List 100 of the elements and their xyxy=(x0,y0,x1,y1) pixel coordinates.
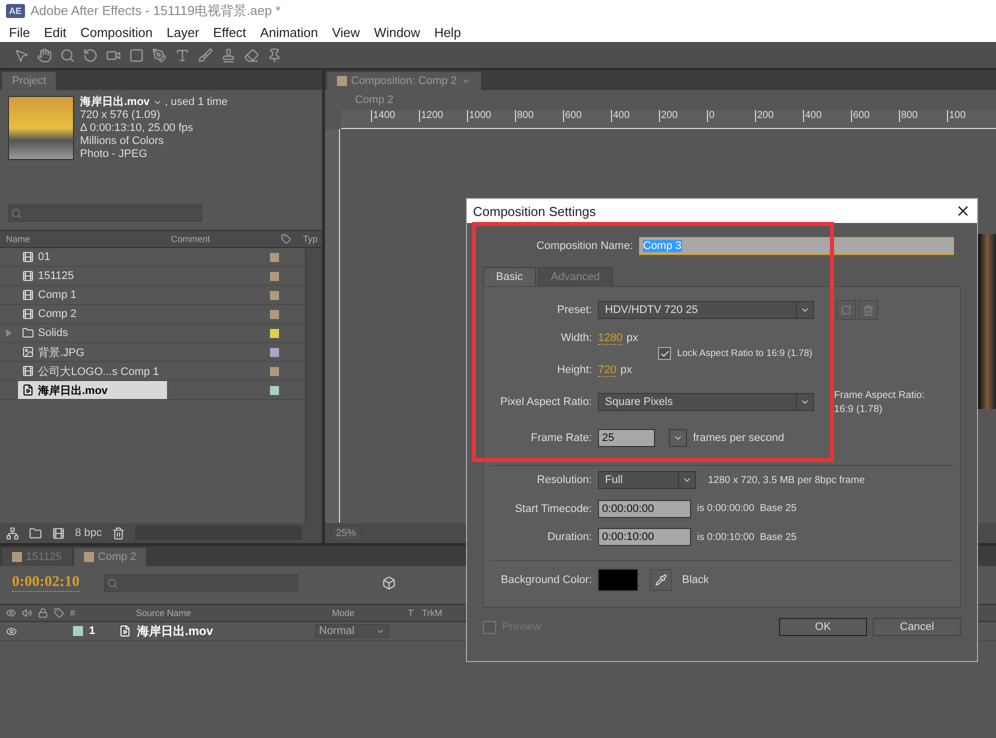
column-header[interactable]: Name xyxy=(0,234,165,244)
info-text: is 0:00:10:00 Base 25 xyxy=(697,532,797,543)
info-text: is 0:00:00:00 Base 25 xyxy=(697,503,797,514)
duration-field[interactable]: 0:00:10:00 xyxy=(598,528,691,546)
text-icon[interactable] xyxy=(175,48,190,62)
info-text: 1280 x 720, 3.5 MB per 8bpc frame xyxy=(708,474,865,486)
height-value[interactable]: 720 px xyxy=(598,364,632,376)
stamp-icon[interactable] xyxy=(221,48,236,62)
menu-item[interactable]: Layer xyxy=(160,24,206,40)
menu-item[interactable]: Effect xyxy=(206,24,254,40)
menu-item[interactable]: Help xyxy=(427,24,468,40)
pointer-icon[interactable] xyxy=(14,48,29,62)
cube-icon[interactable] xyxy=(382,576,396,590)
file-icon xyxy=(22,384,34,396)
menu-item[interactable]: Composition xyxy=(73,24,160,40)
zoom-dropdown[interactable]: 25% xyxy=(331,526,362,540)
project-item[interactable]: 151125 xyxy=(18,267,167,285)
menu-item[interactable]: File xyxy=(2,24,37,40)
label-swatch xyxy=(12,552,22,562)
color-name: Black xyxy=(682,574,709,586)
film-icon xyxy=(22,308,34,320)
project-item[interactable]: 海岸日出.mov xyxy=(18,381,167,399)
resolution-dropdown[interactable]: Full xyxy=(598,471,696,490)
column-header: Source Name xyxy=(136,608,192,618)
project-item[interactable]: Comp 1 xyxy=(18,286,167,304)
eye-icon[interactable] xyxy=(6,626,17,636)
field-label: Composition Name: xyxy=(535,240,633,252)
speaker-icon xyxy=(22,608,32,618)
trash-icon[interactable] xyxy=(858,300,878,320)
field-label: Width: xyxy=(560,332,592,344)
footage-name: 海岸日出.mov xyxy=(80,96,150,109)
film-icon xyxy=(22,365,34,377)
rotate-icon[interactable] xyxy=(83,48,98,62)
rectangle-icon[interactable] xyxy=(129,48,144,62)
photo-placeholder xyxy=(8,96,74,160)
ok-button[interactable]: OK xyxy=(779,618,867,636)
check-icon xyxy=(660,348,670,359)
bit-depth[interactable]: 8 bpc xyxy=(75,527,102,539)
color-swatch[interactable] xyxy=(598,568,638,591)
field-label: Resolution: xyxy=(536,474,592,486)
footage-usage: , used 1 time xyxy=(164,96,228,109)
pixel-aspect-dropdown[interactable]: Square Pixels xyxy=(598,393,814,412)
field-label: Pixel Aspect Ratio: xyxy=(499,396,592,408)
unit-label: frames per second xyxy=(693,432,784,444)
frame-rate-field[interactable]: 25 xyxy=(598,428,655,447)
brush-icon[interactable] xyxy=(198,48,213,62)
file-icon xyxy=(119,625,131,637)
mode-dropdown[interactable]: Normal xyxy=(315,624,389,638)
project-item[interactable]: Solids xyxy=(18,324,167,342)
field-label: Preset: xyxy=(556,304,592,316)
footage-detail: Photo - JPEG xyxy=(80,148,148,161)
current-time[interactable]: 0:00:02:10 xyxy=(12,574,80,592)
name-field[interactable]: Comp 3 xyxy=(639,237,954,255)
label-swatch xyxy=(84,552,94,562)
film-icon xyxy=(22,289,34,301)
menu-item[interactable]: Window xyxy=(366,24,428,40)
trash-icon[interactable] xyxy=(112,526,125,540)
column-header: T xyxy=(408,608,414,618)
menu-item[interactable]: View xyxy=(324,24,367,40)
scrollbar[interactable] xyxy=(305,248,322,523)
preset-dropdown[interactable]: HDV/HDTV 720 25 xyxy=(598,301,814,320)
pin-icon[interactable] xyxy=(267,48,282,62)
layer-number: 1 xyxy=(89,625,96,637)
column-header: # xyxy=(70,608,76,618)
width-value[interactable]: 1280 px xyxy=(598,332,638,344)
tag-icon xyxy=(281,234,291,244)
zoom-icon[interactable] xyxy=(60,48,75,62)
field-label: Duration: xyxy=(546,531,592,544)
eraser-icon[interactable] xyxy=(244,48,259,62)
save-icon[interactable] xyxy=(836,300,856,320)
interpret-icon[interactable] xyxy=(6,526,19,540)
dialog-tab[interactable]: Basic xyxy=(483,267,536,286)
footage-detail: Millions of Colors xyxy=(80,135,165,148)
film-icon xyxy=(22,251,34,263)
expand-icon[interactable] xyxy=(6,329,12,337)
start-timecode-field[interactable]: 0:00:00:00 xyxy=(598,500,691,518)
menu-item[interactable]: Animation xyxy=(253,24,325,40)
layer-name[interactable]: 海岸日出.mov xyxy=(137,622,309,640)
hand-icon[interactable] xyxy=(37,48,52,62)
pen-icon[interactable] xyxy=(152,48,167,62)
project-item[interactable]: Comp 2 xyxy=(18,305,167,323)
caret-icon[interactable] xyxy=(152,98,162,107)
folder-icon[interactable] xyxy=(29,526,42,540)
checkbox-label: Lock Aspect Ratio to 16:9 (1.78) xyxy=(677,348,812,360)
project-item[interactable]: 01 xyxy=(18,248,167,266)
image-icon xyxy=(22,346,34,358)
column-header[interactable]: Typ xyxy=(297,234,322,244)
film-icon[interactable] xyxy=(52,526,65,540)
column-header[interactable]: Comment xyxy=(165,234,275,244)
cancel-button[interactable]: Cancel xyxy=(873,618,961,636)
project-item[interactable]: 背景.JPG xyxy=(18,343,167,361)
field-label: Background Color: xyxy=(500,574,592,586)
eyedropper-icon[interactable] xyxy=(650,568,672,591)
frame-rate-dropdown[interactable] xyxy=(669,428,687,447)
checkbox[interactable] xyxy=(658,347,672,360)
info-text: 16:9 (1.78) xyxy=(834,404,884,415)
menu-item[interactable]: Edit xyxy=(36,24,74,40)
horizontal-ruler: 1400 1200 1000 800 600 400 200 0 200 400 600 800 100 xyxy=(341,110,996,129)
project-item[interactable]: 公司大LOGO...s Comp 1 xyxy=(18,362,167,380)
folder-icon xyxy=(22,327,34,339)
